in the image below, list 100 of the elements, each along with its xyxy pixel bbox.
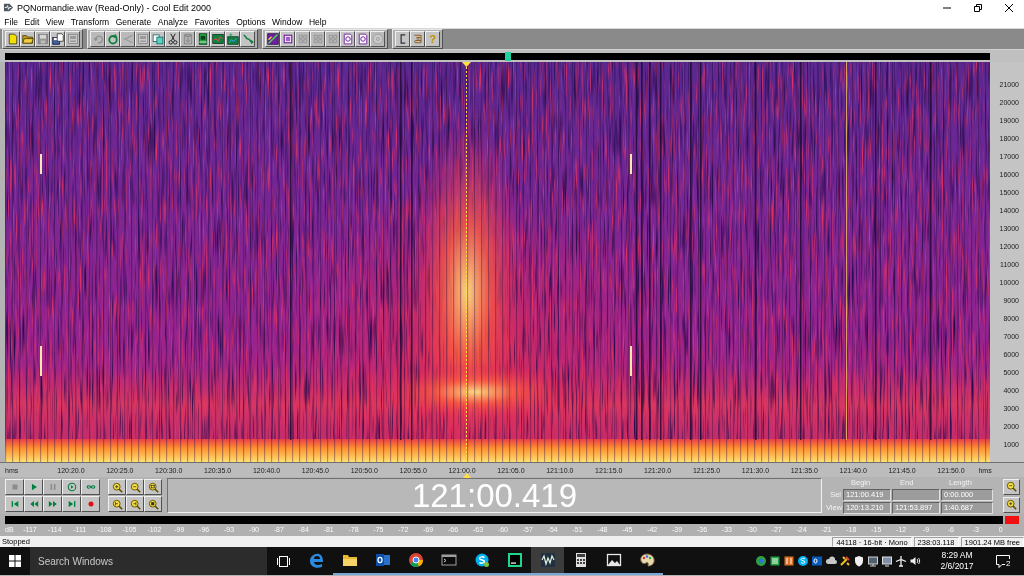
menu-item[interactable]: Generate	[112, 16, 155, 27]
clock[interactable]: 8:29 AM 2/6/2017	[927, 550, 987, 572]
clock-date: 2/6/2017	[940, 561, 974, 572]
zoom-full-button[interactable]	[144, 479, 162, 495]
tools-icon[interactable]	[839, 555, 851, 567]
search-field[interactable]: Search Windows	[30, 547, 267, 575]
figure-icon	[196, 33, 209, 45]
scissors-icon	[166, 33, 179, 45]
toolbar-button[interactable]	[410, 31, 425, 47]
mail-icon[interactable]	[811, 555, 823, 567]
menu-item[interactable]: Edit	[21, 16, 43, 27]
overview-bar[interactable]	[5, 52, 990, 60]
fast-forward-button[interactable]	[43, 496, 62, 512]
rewind-button[interactable]	[24, 496, 43, 512]
circled-play-icon	[66, 482, 77, 492]
task-view-icon	[277, 555, 290, 567]
page-icon	[6, 33, 19, 45]
zoom-in-vertical-button[interactable]	[1003, 496, 1020, 513]
notification-button[interactable]: 2	[987, 547, 1019, 575]
toolbar-button[interactable]	[105, 31, 120, 47]
grid-icon	[296, 33, 309, 45]
scroll-icon	[411, 33, 424, 45]
toolbar-button[interactable]	[195, 31, 210, 47]
terminal-icon	[440, 552, 457, 568]
toolbar-button[interactable]	[340, 31, 355, 47]
menu-item[interactable]: Window	[268, 16, 306, 27]
zoom-in-icon	[111, 481, 123, 493]
palette-icon	[638, 552, 655, 568]
toolbar-button[interactable]	[240, 31, 255, 47]
toolbar-button[interactable]	[265, 31, 280, 47]
tile-icon[interactable]	[783, 555, 795, 567]
picture-icon	[605, 552, 622, 568]
network-icon[interactable]	[867, 555, 879, 567]
swirl-icon	[308, 552, 325, 568]
record-button[interactable]	[81, 496, 100, 512]
document-icon	[341, 33, 354, 45]
zoom-out-vertical-button[interactable]	[1003, 478, 1020, 495]
zoom-out-button[interactable]	[126, 479, 144, 495]
skip-back-icon	[9, 499, 20, 509]
go-to-start-button[interactable]	[5, 496, 24, 512]
page-icon	[281, 33, 294, 45]
copy-icon	[151, 33, 164, 45]
sheet-icon[interactable]	[769, 555, 781, 567]
branch-icon	[121, 33, 134, 45]
zoom-in-icon	[1006, 499, 1017, 510]
zoom-right-button[interactable]	[126, 496, 144, 512]
menu-item[interactable]: Favorites	[191, 16, 233, 27]
waveform-icon	[539, 552, 556, 568]
skip-forward-icon	[66, 499, 77, 509]
globe-icon[interactable]	[755, 555, 767, 567]
zoom-out-icon	[129, 481, 141, 493]
toolbar-button[interactable]	[50, 31, 65, 47]
fast-forward-icon	[47, 499, 58, 509]
square-tile-icon	[506, 552, 523, 568]
toolbar-button[interactable]	[225, 31, 240, 47]
spectral-view-icon	[266, 33, 279, 45]
toolbar-button[interactable]	[280, 31, 295, 47]
zoom-in-button[interactable]	[108, 479, 126, 495]
menu-item[interactable]: Transform	[67, 16, 113, 27]
toolbar-button[interactable]	[165, 31, 180, 47]
grid-icon	[326, 33, 339, 45]
toolbar-button[interactable]	[210, 31, 225, 47]
toolbar-button[interactable]	[355, 31, 370, 47]
zoom-left-button[interactable]	[108, 496, 126, 512]
zoom-selection-button[interactable]	[144, 496, 162, 512]
time-field[interactable]	[892, 488, 940, 501]
playhead-marker[interactable]	[462, 62, 471, 462]
circle-segments-icon	[407, 552, 424, 568]
magnifier-icon	[147, 498, 159, 510]
magnifier-icon	[111, 498, 123, 510]
loop-icon	[85, 482, 96, 492]
cloud-icon[interactable]	[825, 555, 837, 567]
speaker-icon[interactable]	[909, 555, 921, 567]
menu-item[interactable]: Analyze	[154, 16, 192, 27]
folder-icon	[21, 33, 34, 45]
monitor-icon[interactable]	[881, 555, 893, 567]
shield-icon[interactable]	[853, 555, 865, 567]
view-position-marker[interactable]	[505, 51, 511, 61]
magnifier-icon	[147, 481, 159, 493]
play-button[interactable]	[24, 479, 43, 495]
menu-item[interactable]: Help	[305, 16, 330, 27]
taskbar-app-button[interactable]	[531, 547, 564, 575]
menu-item[interactable]: File	[1, 16, 22, 27]
menu-item[interactable]: Options	[232, 16, 269, 27]
loop-button[interactable]	[81, 479, 100, 495]
play-to-end-button[interactable]	[62, 479, 81, 495]
folder-icon	[341, 552, 358, 568]
go-to-end-button[interactable]	[62, 496, 81, 512]
mail-icon	[374, 552, 391, 568]
clock-time: 8:29 AM	[941, 550, 973, 561]
toolbar-button[interactable]	[20, 31, 35, 47]
menu-item[interactable]: View	[42, 16, 68, 27]
chat-bubble-icon[interactable]	[797, 555, 809, 567]
close-icon	[1004, 3, 1013, 12]
playhead-pointer-icon	[463, 473, 471, 478]
toolbar-button[interactable]	[395, 31, 410, 47]
toolbar-button[interactable]	[150, 31, 165, 47]
magnifier-icon	[129, 498, 141, 510]
airplane-icon[interactable]	[895, 555, 907, 567]
toolbar-button[interactable]	[5, 31, 20, 47]
